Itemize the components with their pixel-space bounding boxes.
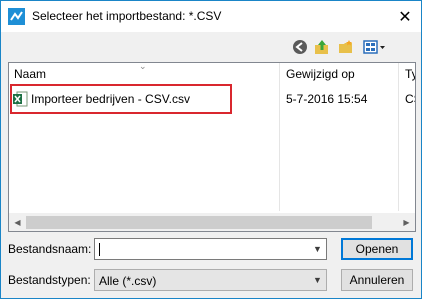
filetype-label: Bestandstypen:: [8, 273, 91, 287]
filename-input[interactable]: ▼: [94, 238, 327, 260]
new-folder-icon[interactable]: [338, 39, 354, 55]
close-icon: ✕: [398, 8, 412, 26]
filetype-select[interactable]: Alle (*.csv) ▼: [94, 269, 327, 291]
close-button[interactable]: ✕: [389, 1, 421, 32]
text-caret: [99, 243, 100, 256]
cancel-button[interactable]: Annuleren: [341, 269, 413, 291]
open-button[interactable]: Openen: [341, 238, 413, 260]
file-type: CS: [405, 92, 415, 106]
scrollbar-thumb[interactable]: [26, 216, 372, 229]
title-bar: Selecteer het importbestand: *.CSV ✕: [1, 1, 421, 32]
scroll-right-icon[interactable]: ▶: [398, 214, 415, 231]
sort-indicator-icon: ⌄: [139, 62, 147, 71]
column-header-name[interactable]: Naam: [14, 63, 46, 85]
column-divider: [398, 63, 399, 211]
file-name: Importeer bedrijven - CSV.csv: [31, 92, 190, 106]
up-folder-icon[interactable]: [314, 39, 330, 55]
view-menu-icon[interactable]: [363, 39, 387, 55]
app-icon: [8, 8, 25, 25]
chevron-down-icon: ▼: [313, 275, 322, 285]
window-title: Selecteer het importbestand: *.CSV: [32, 9, 222, 23]
back-icon[interactable]: [292, 39, 308, 55]
file-list[interactable]: ⌄ Naam Gewijzigd op Ty Importeer bedrijv…: [8, 62, 416, 232]
excel-csv-icon: [13, 91, 28, 107]
column-divider: [279, 63, 280, 211]
filename-label: Bestandsnaam:: [8, 242, 92, 256]
file-modified: 5-7-2016 15:54: [286, 92, 368, 106]
toolbar: [1, 32, 421, 62]
chevron-down-icon[interactable]: ▼: [309, 239, 326, 259]
horizontal-scrollbar[interactable]: ◀ ▶: [9, 213, 415, 231]
scroll-left-icon[interactable]: ◀: [9, 214, 26, 231]
file-open-dialog: Selecteer het importbestand: *.CSV ✕ ⌄ N…: [0, 0, 422, 299]
column-header-modified[interactable]: Gewijzigd op: [286, 63, 355, 85]
file-row[interactable]: Importeer bedrijven - CSV.csv 5-7-2016 1…: [9, 88, 415, 110]
column-header-type[interactable]: Ty: [405, 63, 415, 85]
